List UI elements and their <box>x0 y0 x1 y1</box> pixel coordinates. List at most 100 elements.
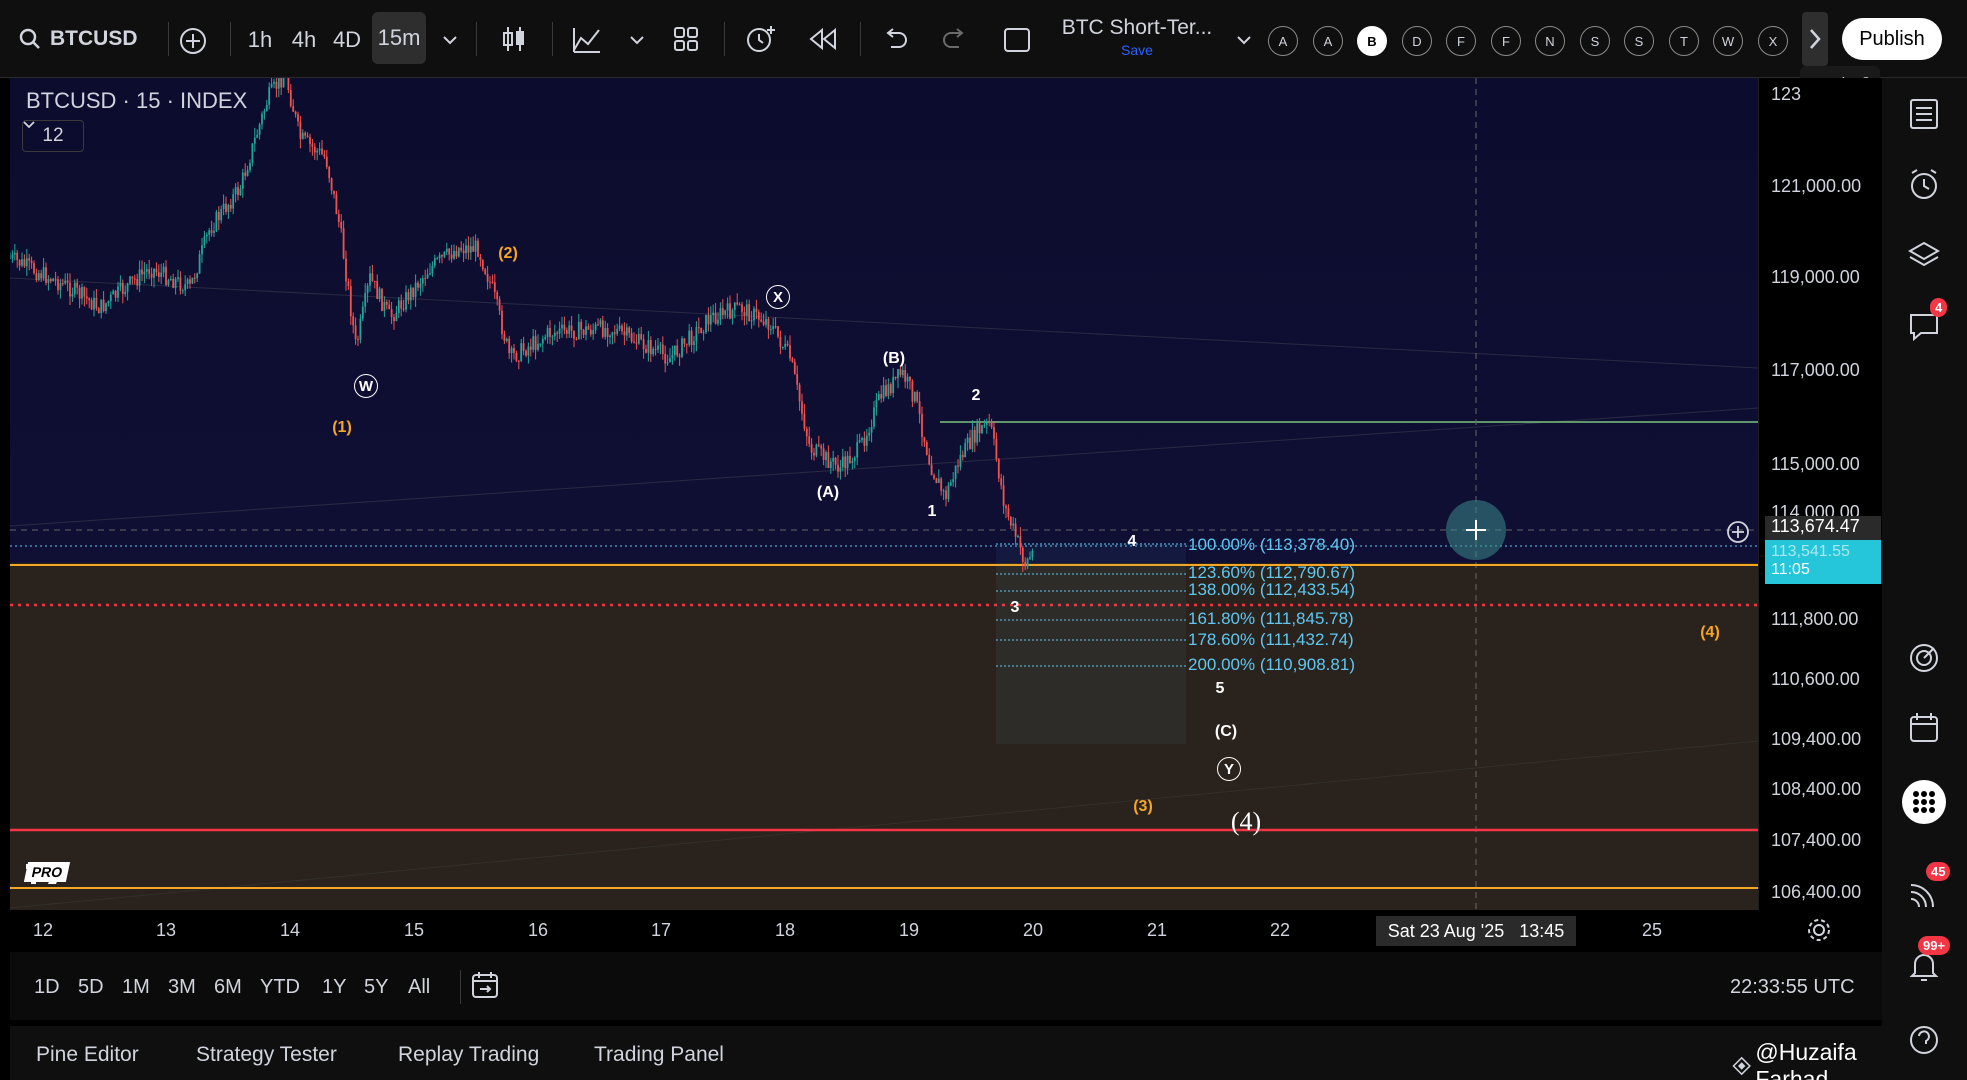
candle-body <box>808 436 811 444</box>
candle-body <box>325 156 328 168</box>
time-axis[interactable]: 12 13 14 15 16 17 18 19 20 21 22 25 Sat … <box>10 910 1882 950</box>
layout-letter-s1[interactable]: S <box>1580 26 1610 56</box>
candle-body <box>741 304 743 313</box>
chart-pane[interactable]: BTCUSD · 15 · INDEX 12 W (1) (2) X (B) (… <box>10 78 1758 910</box>
redo-icon <box>943 28 964 48</box>
layout-letter-d[interactable]: D <box>1402 26 1432 56</box>
interval-4h[interactable]: 4h <box>286 24 322 56</box>
range-6m[interactable]: 6M <box>214 976 242 999</box>
notifications-button[interactable]: 99+ <box>1904 936 1951 986</box>
candle-body <box>527 346 530 356</box>
interval-15m[interactable]: 15m <box>372 12 426 64</box>
layout-checkbox[interactable] <box>1000 24 1034 56</box>
interval-4d[interactable]: 4D <box>328 24 366 56</box>
range-1y[interactable]: 1Y <box>322 976 346 999</box>
range-3m[interactable]: 3M <box>168 976 196 999</box>
layout-letter-f2[interactable]: F <box>1491 26 1521 56</box>
candle-body <box>993 427 995 439</box>
layout-letter-w[interactable]: W <box>1713 26 1743 56</box>
layout-letter-a2[interactable]: A <box>1313 26 1343 56</box>
range-all[interactable]: All <box>408 976 430 999</box>
layout-dropdown[interactable] <box>1232 26 1256 54</box>
layout-letter-b[interactable]: B <box>1357 26 1387 56</box>
range-1d[interactable]: 1D <box>34 976 60 999</box>
candle-body <box>537 343 539 350</box>
candle-body <box>736 302 739 305</box>
candle-body <box>287 78 290 91</box>
list-icon <box>1910 99 1938 129</box>
candle-body <box>575 338 578 340</box>
candle-body <box>971 429 974 449</box>
replay-button[interactable] <box>806 22 840 56</box>
help-button[interactable] <box>1904 1020 1944 1060</box>
range-5d[interactable]: 5D <box>78 976 104 999</box>
hotlists-button[interactable] <box>1904 638 1944 678</box>
candle-body <box>609 335 611 337</box>
candle-body <box>256 134 259 138</box>
candle-body <box>237 187 239 196</box>
scroll-right-button[interactable] <box>1802 12 1828 66</box>
chevron-down-icon <box>23 121 35 129</box>
price-axis[interactable]: 123 121,000.00 119,000.00 117,000.00 115… <box>1758 78 1882 910</box>
indicators-button[interactable] <box>570 22 604 56</box>
compare-add-button[interactable] <box>176 24 210 58</box>
fibonacci-tool[interactable] <box>996 543 1186 744</box>
watchlist-button[interactable] <box>1904 94 1944 134</box>
layout-letter-t[interactable]: T <box>1669 26 1699 56</box>
price-label-110600: 110,600.00 <box>1771 669 1860 689</box>
candle-body <box>64 280 67 284</box>
chart-settings-button[interactable] <box>1756 910 1882 950</box>
chart-type-button[interactable] <box>498 22 530 56</box>
tab-replay-trading[interactable]: Replay Trading <box>398 1043 539 1067</box>
layout-name-block[interactable]: BTC Short-Ter... Save <box>1052 16 1222 64</box>
interval-1h[interactable]: 1h <box>242 24 278 56</box>
templates-button[interactable] <box>670 22 702 56</box>
alert-button[interactable] <box>742 22 778 56</box>
symbol-search[interactable]: BTCUSD <box>18 22 138 56</box>
redo-button[interactable] <box>938 22 972 56</box>
tab-pine-editor[interactable]: Pine Editor <box>36 1043 139 1067</box>
candle-body <box>426 274 429 279</box>
range-ytd[interactable]: YTD <box>260 976 300 999</box>
publish-button[interactable]: Publish <box>1842 18 1942 60</box>
layout-letter-n[interactable]: N <box>1535 26 1565 56</box>
object-tree-button[interactable] <box>1904 236 1944 276</box>
signals-button[interactable]: 45 <box>1904 862 1951 914</box>
symbol-name: BTCUSD <box>50 27 138 50</box>
candle-body <box>210 230 213 233</box>
range-1m[interactable]: 1M <box>122 976 150 999</box>
layout-letter-f1[interactable]: F <box>1446 26 1476 56</box>
interval-dropdown[interactable] <box>438 26 462 54</box>
calendar-button[interactable] <box>1904 708 1944 748</box>
candle-body <box>565 330 568 334</box>
candle-body <box>129 276 131 284</box>
products-button[interactable] <box>1902 780 1946 824</box>
broadcast-icon <box>1910 884 1934 908</box>
layout-letter-a1[interactable]: A <box>1268 26 1298 56</box>
chats-button[interactable]: 4 <box>1904 298 1948 346</box>
candle-body <box>241 172 244 189</box>
goto-date-button[interactable] <box>470 970 506 1004</box>
tab-trading-panel[interactable]: Trading Panel <box>594 1043 724 1067</box>
candle-body <box>705 314 707 333</box>
layout-letter-x[interactable]: X <box>1758 26 1788 56</box>
square-icon <box>1004 28 1030 52</box>
tab-strategy-tester[interactable]: Strategy Tester <box>196 1043 337 1067</box>
indicators-dropdown[interactable] <box>626 26 648 54</box>
undo-button[interactable] <box>878 22 912 56</box>
candle-body <box>201 245 203 255</box>
candle-body <box>616 328 619 334</box>
add-price-alert-button[interactable] <box>1726 520 1752 546</box>
candle-body <box>340 221 343 229</box>
candle-body <box>897 369 899 379</box>
indicators-collapse-button[interactable]: 12 <box>22 120 84 152</box>
range-5y[interactable]: 5Y <box>364 976 388 999</box>
alerts-button[interactable] <box>1904 164 1944 204</box>
candle-body <box>983 424 986 426</box>
layout-letter-s2[interactable]: S <box>1624 26 1654 56</box>
candle-body <box>28 258 31 261</box>
fib-level-100: 100.00% (113,378.40) <box>1188 535 1355 554</box>
candle-body <box>232 194 235 209</box>
candle-body <box>57 279 59 291</box>
utc-clock[interactable]: 22:33:55 UTC <box>1730 976 1855 999</box>
